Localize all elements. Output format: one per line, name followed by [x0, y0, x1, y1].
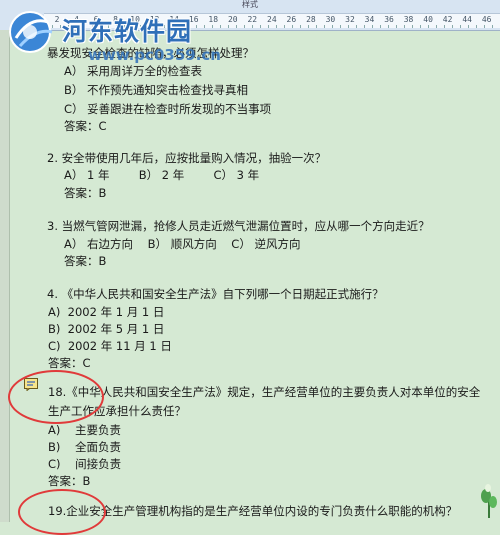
question-18-line-1: 18.《中华人民共和国安全生产法》规定，生产经营单位的主要负责人对本单位的安全: [48, 385, 481, 399]
question-4-answer: 答案：C: [48, 356, 91, 370]
question-1-option-b: B） 不作预先通知突击检查找寻真相: [64, 83, 249, 97]
question-1-option-c: C） 妥善跟进在检查时所发现的不当事项: [64, 102, 272, 116]
question-2-text: 2. 安全带使用几年后，应按批量购入情况，抽验一次？: [47, 151, 327, 165]
question-3-options: A） 右边方向 B） 顺风方向 C） 逆风方向: [64, 237, 301, 251]
question-19-text: 19.企业安全生产管理机构指的是生产经营单位内设的专门负责什么职能的机构？: [48, 504, 458, 518]
left-margin-strip: [0, 30, 10, 522]
question-4-option-b: B) 2002 年 5 月 1 日: [48, 322, 165, 336]
question-18-option-b: B) 全面负责: [48, 440, 121, 454]
site-url: www.pc0359.cn: [88, 46, 221, 64]
question-4-option-a: A) 2002 年 1 月 1 日: [48, 305, 165, 319]
annotation-circle-2: [18, 489, 106, 535]
question-4-text: 4. 《中华人民共和国安全生产法》自下列哪一个日期起正式施行？: [47, 287, 384, 301]
plant-decoration-icon: [481, 484, 497, 518]
question-3-text: 3. 当燃气管网泄漏，抢修人员走近燃气泄漏位置时，应从哪一个方向走近？: [47, 219, 430, 233]
question-18-answer: 答案：B: [48, 474, 91, 488]
site-name: 河东软件园: [62, 17, 193, 46]
annotation-circle-1: [8, 370, 104, 424]
site-watermark: 河东软件园 www.pc0359.cn: [0, 0, 300, 70]
question-18-option-a: A) 主要负责: [48, 423, 121, 437]
site-logo-icon: [9, 11, 53, 53]
question-18-option-c: C) 间接负责: [48, 457, 122, 471]
question-4-option-c: C) 2002 年 11 月 1 日: [48, 339, 172, 353]
question-1-answer: 答案：C: [64, 119, 107, 133]
question-2-options: A） 1 年 B） 2 年 C） 3 年: [64, 168, 260, 182]
question-2-answer: 答案：B: [64, 186, 107, 200]
question-3-answer: 答案：B: [64, 254, 107, 268]
